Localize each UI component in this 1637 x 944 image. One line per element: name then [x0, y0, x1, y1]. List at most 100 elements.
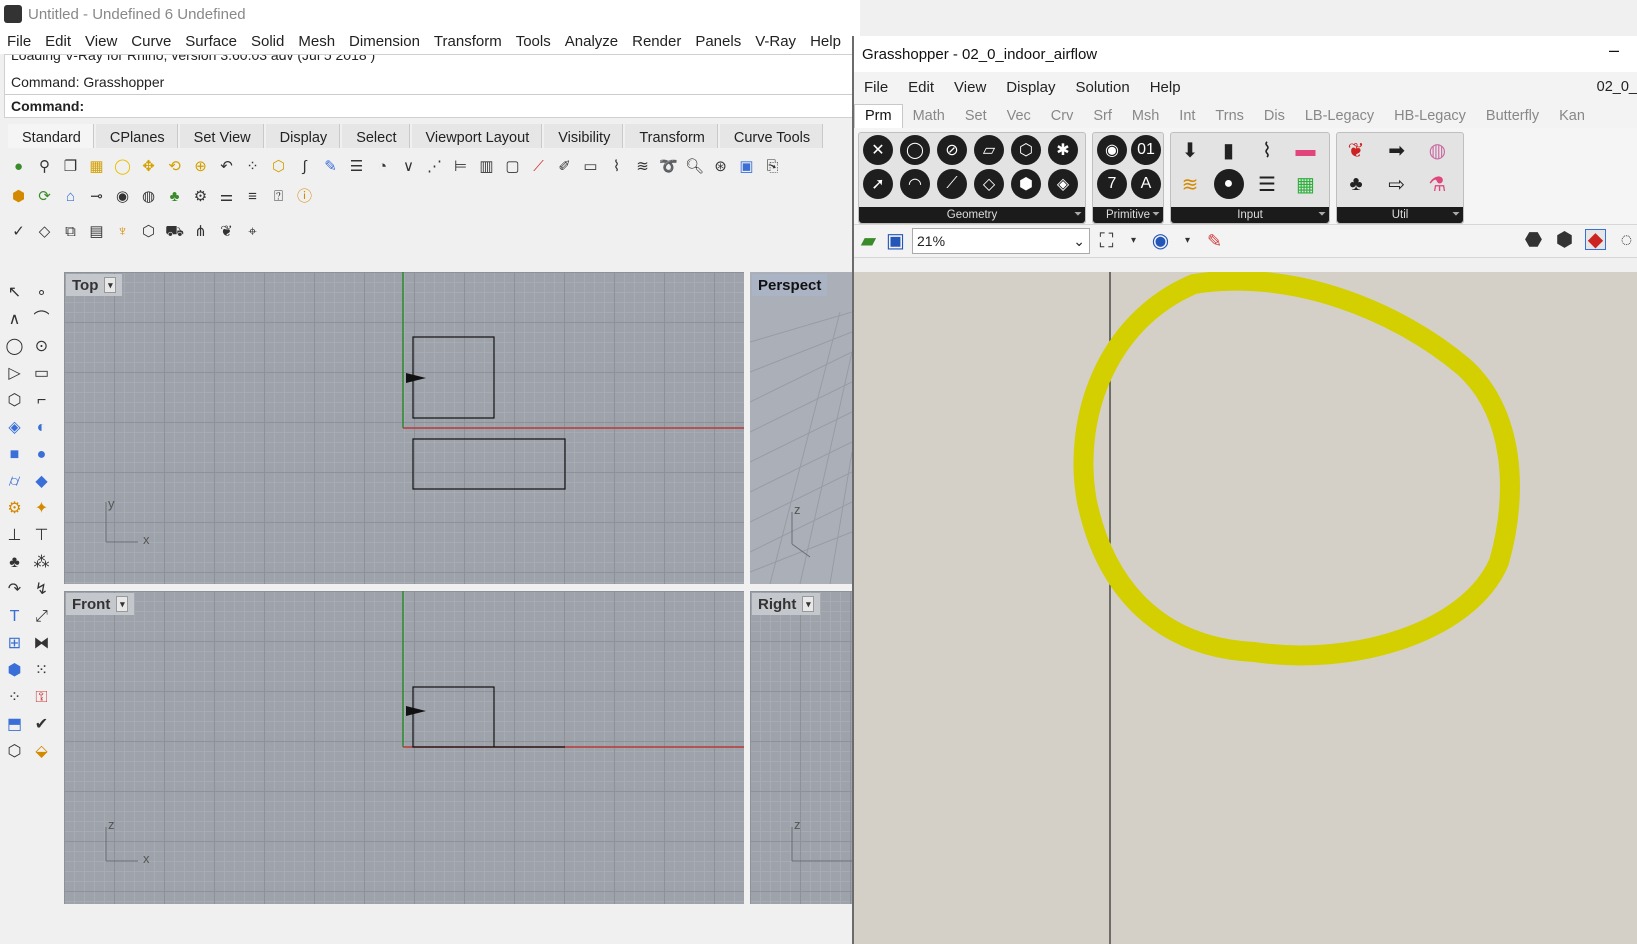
- copy-icon[interactable]: ❐: [60, 156, 81, 177]
- text-icon[interactable]: T: [2, 604, 27, 629]
- param-boolean-icon[interactable]: ◉: [1097, 135, 1127, 165]
- gh-tab-srf[interactable]: Srf: [1083, 108, 1122, 128]
- param-box-icon[interactable]: ⬡: [1011, 135, 1041, 165]
- render-icon[interactable]: ▦: [86, 156, 107, 177]
- target-icon[interactable]: ⌖: [242, 221, 263, 242]
- menu-mesh[interactable]: Mesh: [291, 33, 342, 50]
- tab-set-view[interactable]: Set View: [179, 124, 264, 148]
- menu-edit[interactable]: Edit: [38, 33, 78, 50]
- menu-solid[interactable]: Solid: [244, 33, 291, 50]
- input-slider-icon[interactable]: ⌇: [1252, 135, 1282, 165]
- paint-icon[interactable]: ⬙: [29, 739, 54, 764]
- chamfer-icon[interactable]: ↯: [29, 577, 54, 602]
- util-tree-icon[interactable]: ♣: [1341, 169, 1371, 199]
- param-curve-icon[interactable]: ⊘: [937, 135, 967, 165]
- param-mesh-icon[interactable]: ✱: [1048, 135, 1078, 165]
- extrude-icon[interactable]: ⬒: [2, 712, 27, 737]
- viewport-right[interactable]: Right ▾ z: [750, 591, 852, 904]
- vray-render-icon[interactable]: ⬢: [8, 186, 29, 207]
- vray-camera-icon[interactable]: ◉: [112, 186, 133, 207]
- param-integer-icon[interactable]: 7: [1097, 169, 1127, 199]
- menu-help[interactable]: Help: [803, 33, 848, 50]
- panel-input-label[interactable]: Input ⏷: [1171, 207, 1329, 223]
- panel-icon[interactable]: ▤: [86, 221, 107, 242]
- new-document-icon[interactable]: ●: [8, 156, 29, 177]
- input-button-icon[interactable]: ▮: [1214, 135, 1244, 165]
- viewport-front[interactable]: Front ▾ z x: [64, 591, 744, 904]
- param-binary-icon[interactable]: 01: [1131, 135, 1161, 165]
- vray-spot-icon[interactable]: ⊸: [86, 186, 107, 207]
- plugin-icon[interactable]: ⎘: [762, 156, 783, 177]
- lock-icon[interactable]: ⚿: [29, 685, 54, 710]
- menu-analyze[interactable]: Analyze: [558, 33, 625, 50]
- menu-file[interactable]: File: [0, 33, 38, 50]
- car-icon[interactable]: ⛟: [164, 221, 185, 242]
- check-circle-icon[interactable]: ✓: [8, 221, 29, 242]
- brush-icon[interactable]: ⌇: [606, 156, 627, 177]
- dashed-curve-icon[interactable]: ⋰: [424, 156, 445, 177]
- input-toggle-icon[interactable]: ●: [1213, 169, 1244, 199]
- input-list-icon[interactable]: ☰: [1252, 169, 1282, 199]
- select-arrow-icon[interactable]: ↖: [2, 280, 27, 305]
- param-text-icon[interactable]: A: [1131, 169, 1161, 199]
- array-icon[interactable]: ☰: [346, 156, 367, 177]
- grass-icon[interactable]: ⋔: [190, 221, 211, 242]
- pencil-icon[interactable]: ✎: [320, 156, 341, 177]
- command-prompt[interactable]: Command:: [5, 94, 855, 116]
- check-icon[interactable]: ✔: [29, 712, 54, 737]
- preview-extra-icon[interactable]: ◌: [1616, 229, 1637, 250]
- edit-icon[interactable]: ✐: [554, 156, 575, 177]
- vray-sphere-icon[interactable]: ◍: [138, 186, 159, 207]
- menu-transform[interactable]: Transform: [427, 33, 509, 50]
- tab-viewport-layout[interactable]: Viewport Layout: [411, 124, 543, 148]
- menu-view[interactable]: View: [78, 33, 124, 50]
- boolean-icon[interactable]: ●: [29, 442, 54, 467]
- curve-cv-icon[interactable]: ⌒: [29, 307, 54, 332]
- surface-icon[interactable]: ◈: [2, 415, 27, 440]
- ellipse-icon[interactable]: ⊙: [29, 334, 54, 359]
- viewport-top[interactable]: Top ▾ y x: [64, 272, 744, 584]
- util-arrow-outline-icon[interactable]: ⇨: [1382, 169, 1412, 199]
- vray-proxy-icon[interactable]: ♣: [164, 186, 185, 207]
- minimize-button[interactable]: –: [1609, 40, 1619, 61]
- panel-geometry-label[interactable]: Geometry ⏷: [859, 207, 1085, 223]
- tab-select[interactable]: Select: [342, 124, 410, 148]
- scale-icon[interactable]: ⤢: [29, 604, 54, 629]
- cube-small-icon[interactable]: ⬡: [2, 739, 27, 764]
- triangle-icon[interactable]: ▷: [2, 361, 27, 386]
- gh-tab-crv[interactable]: Crv: [1041, 108, 1084, 128]
- menu-render[interactable]: Render: [625, 33, 688, 50]
- box-icon[interactable]: ⬡: [268, 156, 289, 177]
- gh-tab-hb-legacy[interactable]: HB-Legacy: [1384, 108, 1476, 128]
- align-icon[interactable]: ⊨: [450, 156, 471, 177]
- panel-util-label[interactable]: Util ⏷: [1337, 207, 1463, 223]
- param-circle-icon[interactable]: ◯: [900, 135, 930, 165]
- viewport-perspective[interactable]: Perspect z: [750, 272, 852, 584]
- tab-standard[interactable]: Standard: [8, 124, 94, 148]
- gh-menu-help[interactable]: Help: [1140, 79, 1191, 96]
- vray-list-icon[interactable]: ≡: [242, 186, 263, 207]
- expand-icon[interactable]: ⏷: [1152, 207, 1160, 223]
- gh-tab-msh[interactable]: Msh: [1122, 108, 1169, 128]
- gh-menu-view[interactable]: View: [944, 79, 996, 96]
- gh-menu-file[interactable]: File: [854, 79, 898, 96]
- preview-shaded-icon[interactable]: ⬢: [1554, 229, 1575, 250]
- polyline-icon[interactable]: ∧: [2, 307, 27, 332]
- gh-tab-math[interactable]: Math: [903, 108, 955, 128]
- util-flask-icon[interactable]: ⚗: [1422, 169, 1452, 199]
- dimension-icon[interactable]: ◔: [372, 156, 393, 177]
- star-icon[interactable]: ✦: [29, 496, 54, 521]
- dropdown-arrow-icon[interactable]: ▾: [1123, 231, 1144, 252]
- gh-document-tab[interactable]: 02_0_: [1597, 79, 1637, 95]
- grid-points-icon[interactable]: ⁘: [242, 156, 263, 177]
- frame-icon[interactable]: ▣: [736, 156, 757, 177]
- param-plane-icon[interactable]: ▱: [974, 135, 1004, 165]
- light-icon[interactable]: ⚲: [34, 156, 55, 177]
- line-icon[interactable]: ⟋: [528, 156, 549, 177]
- revolve-icon[interactable]: ◐: [29, 415, 54, 440]
- group-icon[interactable]: ♣: [2, 550, 27, 575]
- monitor-icon[interactable]: ▭: [580, 156, 601, 177]
- points-grid-icon[interactable]: ⁙: [29, 658, 54, 683]
- dots-grid-icon[interactable]: ⁘: [2, 685, 27, 710]
- menu-curve[interactable]: Curve: [124, 33, 178, 50]
